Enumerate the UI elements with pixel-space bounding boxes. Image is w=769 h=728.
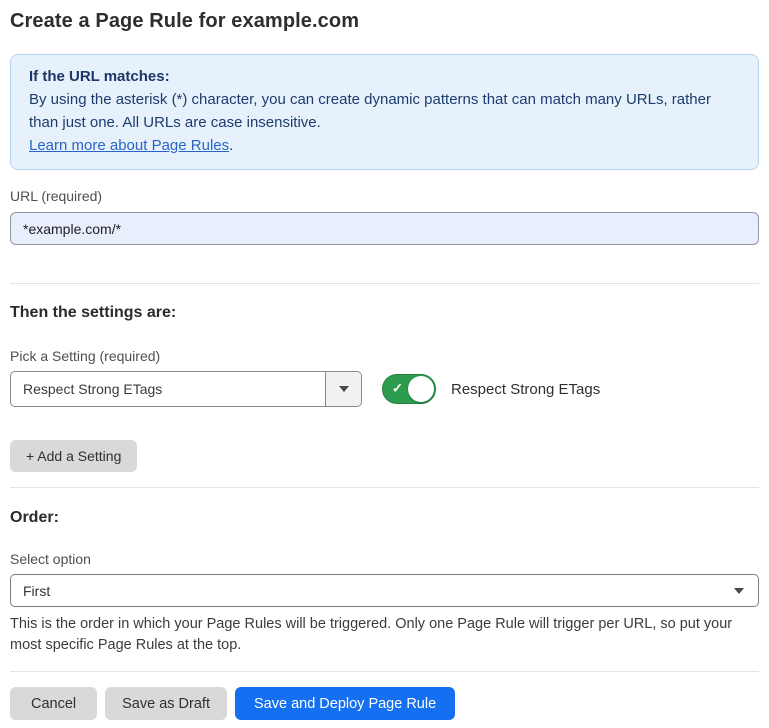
page-rule-form: Create a Page Rule for example.com If th…: [0, 10, 769, 720]
setting-toggle[interactable]: ✓: [382, 374, 436, 404]
info-box-link-line: Learn more about Page Rules.: [29, 134, 740, 157]
setting-dropdown[interactable]: Respect Strong ETags: [10, 371, 362, 407]
pick-setting-label: Pick a Setting (required): [10, 348, 759, 364]
order-select-label: Select option: [10, 551, 759, 567]
form-actions: Cancel Save as Draft Save and Deploy Pag…: [10, 687, 759, 720]
learn-more-link[interactable]: Learn more about Page Rules: [29, 137, 229, 154]
order-section-heading: Order:: [10, 509, 759, 527]
info-box-heading: If the URL matches:: [29, 65, 740, 88]
settings-section-heading: Then the settings are:: [10, 304, 759, 322]
order-select[interactable]: First: [10, 574, 759, 607]
url-match-info-box: If the URL matches: By using the asteris…: [10, 54, 759, 170]
url-field-label: URL (required): [10, 188, 759, 204]
add-setting-button[interactable]: + Add a Setting: [10, 440, 137, 472]
divider: [10, 283, 759, 284]
divider: [10, 671, 759, 672]
check-icon: ✓: [392, 381, 403, 397]
url-input[interactable]: [10, 212, 759, 245]
order-select-value: First: [23, 583, 50, 599]
setting-dropdown-value: Respect Strong ETags: [11, 381, 325, 397]
save-as-draft-button[interactable]: Save as Draft: [105, 687, 227, 720]
setting-toggle-label: Respect Strong ETags: [451, 381, 600, 398]
toggle-knob: [408, 376, 434, 402]
caret-down-icon: [734, 588, 744, 594]
order-help-text: This is the order in which your Page Rul…: [10, 614, 758, 656]
link-period: .: [229, 137, 233, 154]
caret-down-icon: [339, 386, 349, 392]
page-title: Create a Page Rule for example.com: [10, 10, 759, 33]
setting-row: Respect Strong ETags ✓ Respect Strong ET…: [10, 371, 759, 407]
setting-dropdown-caret-button[interactable]: [325, 372, 361, 406]
info-box-body: By using the asterisk (*) character, you…: [29, 88, 740, 134]
save-and-deploy-button[interactable]: Save and Deploy Page Rule: [235, 687, 455, 720]
cancel-button[interactable]: Cancel: [10, 687, 97, 720]
divider: [10, 487, 759, 488]
